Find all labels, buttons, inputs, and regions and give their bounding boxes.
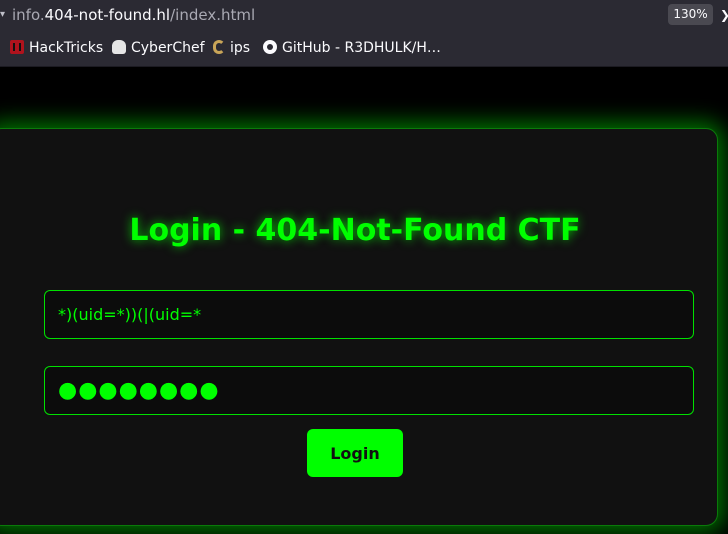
- bookmarks-toolbar: HackTricks CyberChef ips GitHub - R3DHUL…: [0, 30, 728, 67]
- url-bar[interactable]: ▾ info.404-not-found.hl/index.html 130% …: [0, 0, 728, 30]
- url-path: /index.html: [170, 6, 256, 24]
- url-text[interactable]: info.404-not-found.hl/index.html: [12, 5, 255, 25]
- login-button[interactable]: Login: [307, 429, 403, 477]
- bookmark-hacktricks[interactable]: HackTricks: [10, 38, 103, 58]
- page-title: Login - 404-Not-Found CTF: [129, 213, 581, 248]
- username-field[interactable]: [44, 290, 694, 339]
- url-domain: 404-not-found.hl: [44, 6, 171, 24]
- bookmark-github[interactable]: GitHub - R3DHULK/H…: [263, 38, 441, 58]
- github-icon: [263, 40, 277, 54]
- bookmark-label: CyberChef: [131, 40, 205, 56]
- bookmark-label: HackTricks: [29, 40, 104, 56]
- zoom-level-button[interactable]: 130%: [668, 4, 713, 25]
- bookmark-ips[interactable]: ips: [213, 38, 250, 58]
- hacktricks-icon: [10, 40, 24, 54]
- url-prefix: info.: [12, 6, 45, 24]
- chevron-left-icon[interactable]: ▾: [0, 8, 6, 22]
- bookmark-label: GitHub - R3DHULK/H…: [282, 40, 441, 56]
- login-card: Login - 404-Not-Found CTF ●●●●●●●● Login: [0, 128, 718, 526]
- arrow-right-icon[interactable]: ❯: [720, 7, 728, 23]
- page-content: Login - 404-Not-Found CTF ●●●●●●●● Login: [0, 67, 728, 534]
- bookmark-label: ips: [230, 40, 251, 56]
- ips-icon: [213, 40, 225, 54]
- password-field[interactable]: ●●●●●●●●: [44, 366, 694, 415]
- cyberchef-icon: [112, 40, 126, 54]
- bookmark-cyberchef[interactable]: CyberChef: [112, 38, 205, 58]
